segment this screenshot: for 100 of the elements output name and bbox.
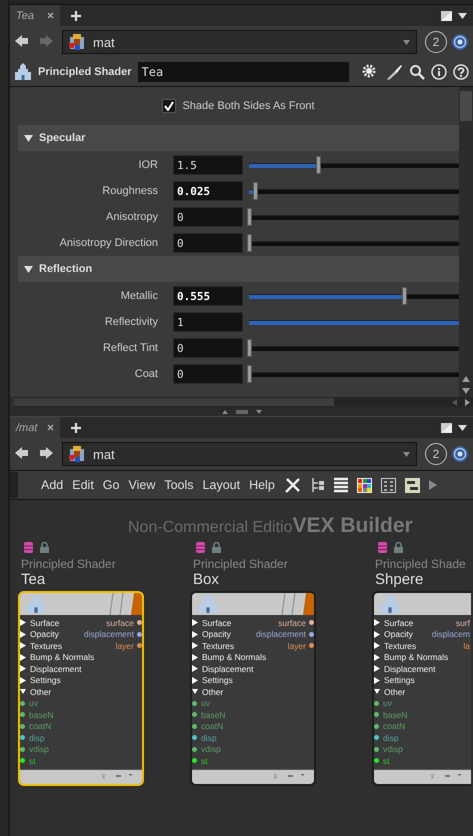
input-folder[interactable]: Other bbox=[192, 686, 224, 697]
node-name-field[interactable]: Tea bbox=[138, 62, 349, 82]
value-field[interactable]: 1.5 bbox=[173, 155, 243, 175]
slider-handle[interactable] bbox=[247, 208, 252, 226]
path-field[interactable]: mat bbox=[62, 442, 417, 466]
slider-handle[interactable] bbox=[247, 234, 252, 252]
search-icon[interactable] bbox=[409, 64, 425, 80]
pane-layout-icon[interactable] bbox=[441, 422, 452, 432]
expand-triangle-icon[interactable] bbox=[24, 266, 33, 272]
count-badge[interactable]: 2 bbox=[425, 31, 447, 53]
section-header[interactable]: Specular bbox=[18, 125, 459, 151]
input-folder[interactable]: Opacity bbox=[374, 629, 413, 640]
input-folder[interactable]: Textures bbox=[374, 640, 416, 651]
path-field[interactable]: mat bbox=[62, 30, 417, 54]
value-field[interactable]: 0 bbox=[173, 207, 243, 227]
input-port[interactable] bbox=[192, 700, 197, 706]
input-folder[interactable]: Bump & Normals bbox=[192, 652, 266, 662]
pane-tab[interactable]: Tea bbox=[10, 5, 60, 26]
menu-item[interactable]: Go bbox=[102, 478, 120, 492]
input-folder[interactable]: Textures bbox=[20, 640, 62, 651]
slider-handle[interactable] bbox=[316, 156, 322, 174]
grid-layout-icon[interactable] bbox=[380, 478, 396, 492]
value-field[interactable]: 0 bbox=[173, 364, 243, 384]
menu-item[interactable]: Add bbox=[41, 478, 64, 492]
slider-handle[interactable] bbox=[247, 338, 252, 356]
color-palette-icon[interactable] bbox=[356, 478, 372, 492]
shader-node[interactable]: Surface surf Opacity displacem Textures la Bump & Normals Displacement Settings Other uv baseN coatN disp vdisp st bbox=[372, 591, 471, 786]
value-field[interactable]: 0.025 bbox=[173, 181, 243, 201]
input-port[interactable] bbox=[374, 746, 379, 752]
input-port[interactable] bbox=[192, 746, 197, 752]
slider-handle[interactable] bbox=[247, 364, 252, 382]
scrollbar[interactable] bbox=[459, 87, 473, 397]
scrollbar-thumb[interactable] bbox=[460, 91, 472, 121]
plus-icon[interactable] bbox=[70, 10, 82, 22]
input-folder[interactable]: Textures bbox=[192, 640, 234, 651]
output-port[interactable] bbox=[309, 643, 314, 648]
input-port[interactable] bbox=[20, 712, 25, 718]
input-port[interactable] bbox=[20, 758, 25, 764]
input-port[interactable] bbox=[192, 712, 197, 718]
value-field[interactable]: 0.555 bbox=[173, 286, 243, 306]
close-icon[interactable] bbox=[47, 12, 54, 19]
scrollbar[interactable] bbox=[14, 397, 473, 407]
input-port[interactable] bbox=[20, 724, 25, 729]
lock-icon[interactable] bbox=[394, 542, 403, 553]
pane-tab[interactable]: /mat bbox=[10, 417, 60, 438]
output-port[interactable] bbox=[137, 632, 142, 637]
input-folder[interactable]: Bump & Normals bbox=[374, 652, 448, 662]
close-icon[interactable] bbox=[47, 424, 54, 431]
input-folder[interactable]: Opacity bbox=[20, 629, 59, 640]
pane-layout-icon[interactable] bbox=[441, 10, 452, 20]
checkbox[interactable] bbox=[162, 99, 176, 113]
input-port[interactable] bbox=[20, 700, 25, 706]
input-folder[interactable]: Other bbox=[374, 686, 406, 697]
target-icon[interactable] bbox=[451, 33, 469, 51]
splitter-handle-icon[interactable] bbox=[222, 408, 262, 414]
help-icon[interactable] bbox=[453, 64, 469, 80]
output-port[interactable] bbox=[309, 632, 314, 637]
menu-item[interactable]: Tools bbox=[164, 478, 194, 492]
input-folder[interactable]: Settings bbox=[20, 675, 61, 686]
output-port[interactable] bbox=[137, 643, 142, 648]
menu-item[interactable]: Layout bbox=[202, 478, 240, 492]
more-arrow-icon[interactable] bbox=[428, 480, 437, 490]
tree-icon[interactable] bbox=[310, 477, 325, 493]
count-badge[interactable]: 2 bbox=[425, 443, 447, 465]
input-folder[interactable]: Surface bbox=[20, 618, 60, 628]
input-folder[interactable]: Settings bbox=[192, 675, 233, 686]
value-field[interactable]: 0 bbox=[173, 233, 243, 253]
input-port[interactable] bbox=[374, 724, 379, 729]
input-folder[interactable]: Displacement bbox=[374, 664, 436, 674]
input-folder[interactable]: Surface bbox=[192, 618, 232, 628]
plus-icon[interactable] bbox=[70, 422, 82, 434]
slider-handle[interactable] bbox=[253, 182, 258, 200]
input-folder[interactable]: Displacement bbox=[20, 664, 82, 674]
input-port[interactable] bbox=[374, 735, 379, 740]
tools-icon[interactable] bbox=[284, 476, 302, 494]
section-header[interactable]: Reflection bbox=[18, 256, 459, 282]
castle-icon[interactable] bbox=[14, 63, 32, 81]
input-folder[interactable]: Surface bbox=[374, 618, 414, 628]
input-port[interactable] bbox=[192, 758, 197, 764]
menu-item[interactable]: Edit bbox=[72, 478, 94, 492]
menu-item[interactable]: View bbox=[128, 478, 156, 492]
toolbar-grip[interactable] bbox=[10, 472, 18, 498]
panel-icon[interactable] bbox=[404, 478, 420, 492]
input-folder[interactable]: Other bbox=[20, 686, 52, 697]
input-port[interactable] bbox=[20, 746, 25, 752]
input-folder[interactable]: Settings bbox=[374, 675, 415, 686]
list-icon[interactable] bbox=[334, 477, 348, 493]
value-field[interactable]: 1 bbox=[173, 312, 243, 332]
lock-icon[interactable] bbox=[212, 542, 221, 553]
lock-icon[interactable] bbox=[40, 542, 49, 553]
scrollbar-thumb[interactable] bbox=[14, 398, 334, 406]
menu-item[interactable]: Help bbox=[249, 478, 275, 492]
shader-node[interactable]: Surface surface Opacity displacement Textures layer Bump & Normals Displacement Settings Other uv baseN coatN disp vdisp st bbox=[190, 591, 316, 786]
input-port[interactable] bbox=[374, 712, 379, 718]
input-folder[interactable]: Bump & Normals bbox=[20, 652, 94, 662]
input-folder[interactable]: Opacity bbox=[192, 629, 231, 640]
output-port[interactable] bbox=[137, 620, 142, 626]
target-icon[interactable] bbox=[451, 445, 469, 463]
input-port[interactable] bbox=[192, 724, 197, 729]
shader-node[interactable]: Surface surface Opacity displacement Textures layer Bump & Normals Displacement Settings Other uv baseN coatN disp vdisp st bbox=[18, 591, 144, 786]
